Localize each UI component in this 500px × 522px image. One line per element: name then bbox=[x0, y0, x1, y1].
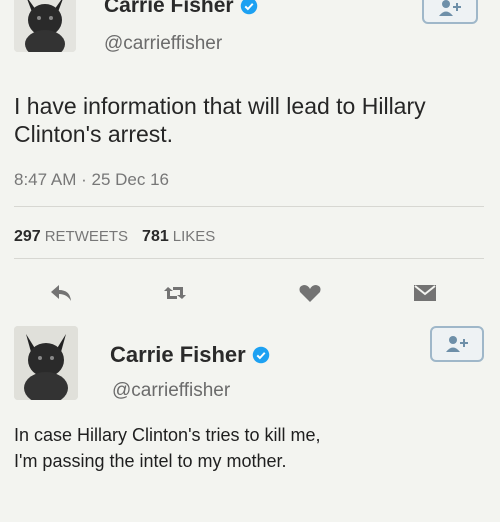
tweet-text: In case Hillary Clinton's tries to kill … bbox=[14, 422, 484, 474]
retweets-label: RETWEETS bbox=[44, 228, 129, 245]
tweet-stats: 297 RETWEETS 781 LIKES bbox=[14, 228, 215, 246]
like-icon bbox=[299, 285, 321, 302]
follow-icon bbox=[439, 0, 461, 16]
divider bbox=[14, 206, 484, 207]
likes-label: LIKES bbox=[172, 228, 216, 245]
message-icon bbox=[414, 285, 436, 301]
display-name-text[interactable]: Carrie Fisher bbox=[104, 0, 234, 18]
retweets-stat[interactable]: 297 RETWEETS bbox=[14, 228, 128, 246]
follow-icon bbox=[446, 336, 468, 352]
tweet-2: Carrie Fisher @carrieffisher In case Hil… bbox=[0, 312, 500, 522]
avatar[interactable] bbox=[14, 0, 76, 52]
likes-count: 781 bbox=[142, 228, 169, 245]
reply-button[interactable] bbox=[48, 282, 74, 304]
date: 25 Dec 16 bbox=[91, 170, 170, 189]
retweet-icon bbox=[164, 287, 186, 299]
display-name[interactable]: Carrie Fisher bbox=[110, 342, 270, 368]
display-name[interactable]: Carrie Fisher bbox=[104, 0, 258, 18]
display-name-text[interactable]: Carrie Fisher bbox=[110, 342, 246, 368]
tweet-text-line: I'm passing the intel to my mother. bbox=[14, 451, 287, 471]
separator: · bbox=[81, 170, 87, 189]
verified-icon bbox=[252, 346, 269, 364]
verified-icon bbox=[240, 0, 257, 15]
retweet-button[interactable] bbox=[162, 282, 188, 304]
follow-button[interactable] bbox=[430, 326, 484, 362]
tweet-text: I have information that will lead to Hil… bbox=[14, 93, 426, 147]
divider bbox=[14, 258, 484, 259]
handle[interactable]: @carrieffisher bbox=[104, 33, 222, 55]
likes-stat[interactable]: 781 LIKES bbox=[142, 228, 215, 246]
message-button[interactable] bbox=[412, 282, 438, 304]
reply-icon bbox=[51, 285, 71, 301]
dog-avatar-icon bbox=[14, 326, 78, 400]
timestamp[interactable]: 8:47 AM · 25 Dec 16 bbox=[14, 170, 169, 190]
retweets-count: 297 bbox=[14, 228, 41, 245]
tweet-text-line: In case Hillary Clinton's tries to kill … bbox=[14, 425, 321, 445]
handle[interactable]: @carrieffisher bbox=[112, 380, 230, 402]
time: 8:47 AM bbox=[14, 170, 77, 189]
action-bar bbox=[0, 282, 500, 308]
follow-button[interactable] bbox=[422, 0, 478, 24]
like-button[interactable] bbox=[297, 282, 323, 304]
dog-avatar-icon bbox=[14, 0, 76, 52]
avatar[interactable] bbox=[14, 326, 78, 400]
tweet-1: Carrie Fisher @carrieffisher I have info… bbox=[0, 0, 500, 310]
